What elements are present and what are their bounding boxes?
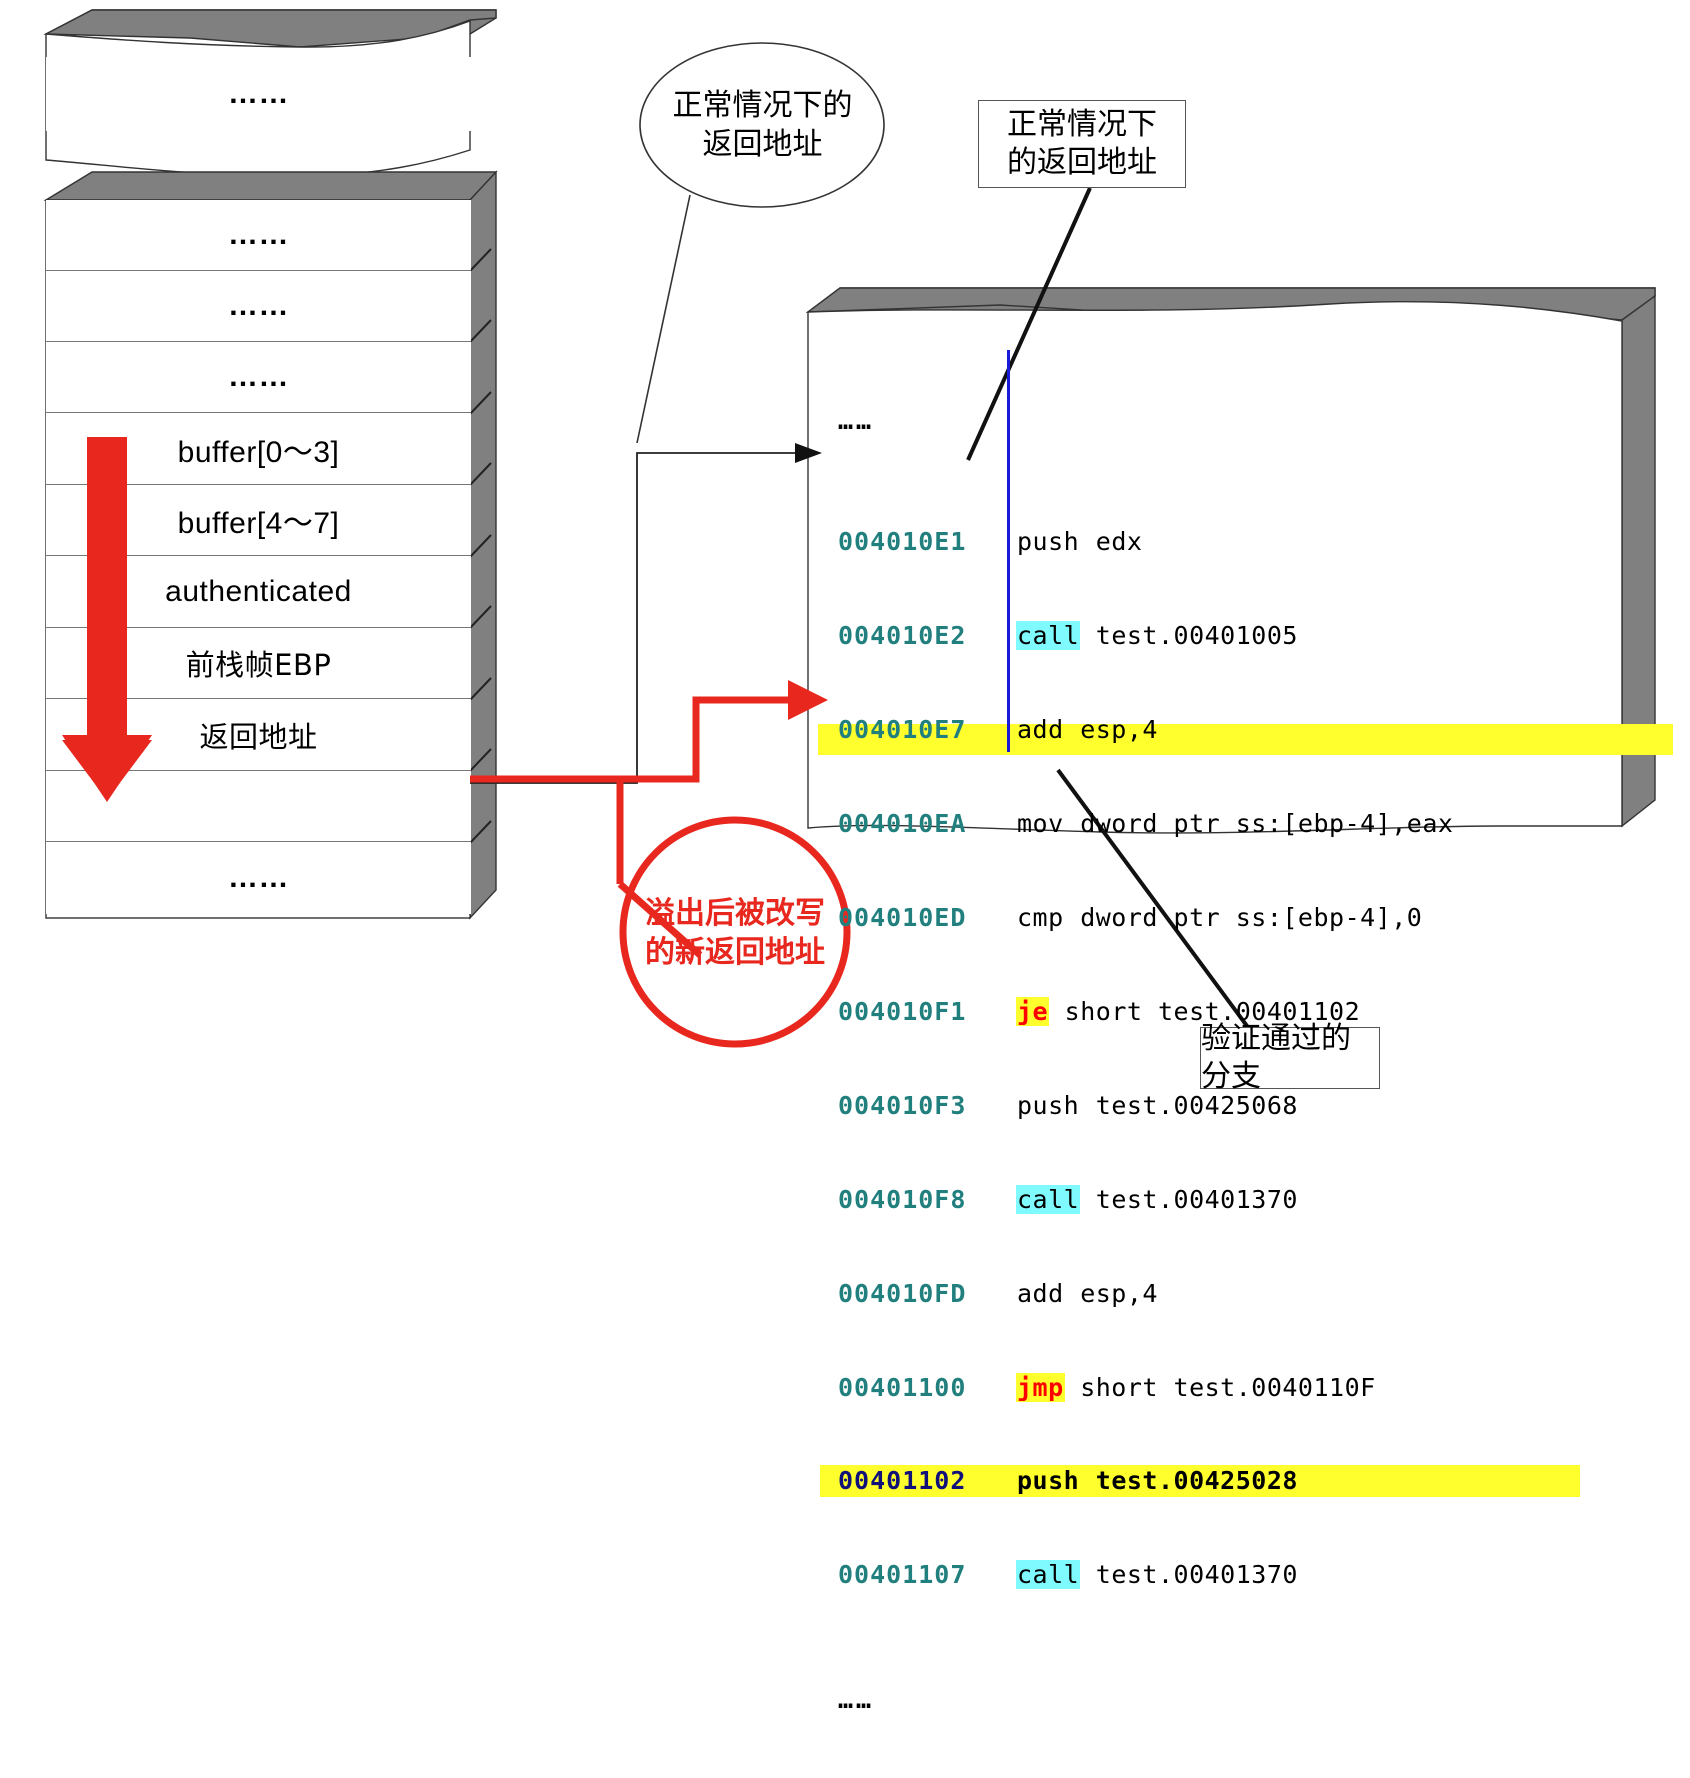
code-ellipsis-bottom: ……	[820, 1684, 1580, 1715]
normal-return-connector	[470, 452, 795, 784]
callout-line-1: 验证通过的分支	[1201, 1020, 1351, 1094]
code-operand: test.00425028	[1080, 1466, 1298, 1496]
code-instruction: call test.00401370	[998, 1184, 1298, 1215]
callout-line-1: 溢出后被改写	[645, 895, 825, 931]
code-address: 004010F8	[838, 1184, 967, 1214]
code-operand: esp,4	[1064, 1278, 1158, 1308]
callout-line-1: 正常情况下的	[672, 88, 853, 123]
callout-line-2: 的新返回地址	[645, 934, 825, 970]
code-address: 00401100	[838, 1372, 967, 1402]
code-mnemonic: push	[1017, 527, 1080, 557]
code-instruction: push test.00425028	[998, 1465, 1298, 1496]
code-line: 004010FD add esp,4	[820, 1278, 1580, 1309]
callout-line-1: 正常情况下	[1007, 106, 1157, 142]
code-ellipsis-label: ……	[838, 405, 875, 435]
code-mnemonic: call	[1016, 1184, 1081, 1214]
code-line: 004010E1 push edx	[820, 526, 1580, 557]
code-mnemonic: push	[1017, 1466, 1080, 1496]
code-address: 00401102	[838, 1466, 967, 1496]
callout-normal-return-ellipsis: 正常情况下的 返回地址	[640, 45, 885, 205]
code-address: 004010F3	[838, 1090, 967, 1120]
code-mnemonic: add	[1017, 715, 1064, 745]
code-operand: test.00401370	[1080, 1560, 1298, 1590]
code-address: 004010EA	[838, 809, 967, 839]
code-instruction: add esp,4	[998, 1278, 1158, 1309]
callout-normal-return-box: 正常情况下 的返回地址	[978, 100, 1186, 188]
code-address: 00401107	[838, 1560, 967, 1590]
code-instruction: add esp,4	[998, 714, 1158, 745]
code-line: 004010F1 je short test.00401102	[820, 996, 1580, 1027]
ellipse-callout-leader	[636, 194, 691, 444]
code-operand: edx	[1080, 527, 1143, 557]
code-mnemonic: mov	[1017, 809, 1064, 839]
code-line: 004010F3 push test.00425068	[820, 1090, 1580, 1121]
code-address: 004010FD	[838, 1278, 967, 1308]
code-mnemonic: jmp	[1016, 1372, 1065, 1402]
callout-validated-branch-box: 验证通过的分支	[1200, 1021, 1380, 1094]
code-instruction: call test.00401005	[998, 620, 1298, 651]
code-instruction: jmp short test.0040110F	[998, 1372, 1376, 1403]
code-mnemonic: cmp	[1017, 903, 1064, 933]
code-address: 004010E1	[838, 527, 967, 557]
code-line: 004010EA mov dword ptr ss:[ebp-4],eax	[820, 808, 1580, 839]
callout-overflow-new-return: 溢出后被改写 的新返回地址	[610, 845, 860, 1020]
code-line: 004010E2 call test.00401005	[820, 620, 1580, 651]
code-operand: dword ptr ss:[ebp-4],eax	[1064, 809, 1454, 839]
code-instruction: call test.00401370	[998, 1559, 1298, 1590]
code-instruction: push edx	[998, 526, 1142, 557]
code-line: 004010F8 call test.00401370	[820, 1184, 1580, 1215]
code-panel: …… 004010E1 push edx 004010E2 call test.…	[808, 288, 1673, 1714]
code-mnemonic: call	[1016, 621, 1081, 651]
code-address: 004010E2	[838, 621, 967, 651]
code-operand: esp,4	[1064, 715, 1158, 745]
code-line: 00401107 call test.00401370	[820, 1559, 1580, 1590]
code-line: 004010E7 add esp,4	[820, 714, 1580, 745]
code-instruction: cmp dword ptr ss:[ebp-4],0	[998, 902, 1422, 933]
code-line: 00401100 jmp short test.0040110F	[820, 1372, 1580, 1403]
code-ellipsis-top: ……	[820, 406, 1580, 435]
code-operand: short test.0040110F	[1064, 1372, 1376, 1402]
code-address: 004010E7	[838, 715, 967, 745]
code-instruction: mov dword ptr ss:[ebp-4],eax	[998, 808, 1453, 839]
code-line: 004010ED cmp dword ptr ss:[ebp-4],0	[820, 902, 1580, 933]
code-operand: dword ptr ss:[ebp-4],0	[1064, 903, 1423, 933]
code-line-highlighted: 00401102 push test.00425028	[820, 1465, 1580, 1497]
callout-line-2: 返回地址	[702, 127, 823, 162]
code-mnemonic: push	[1017, 1090, 1080, 1120]
code-operand: test.00401005	[1080, 621, 1298, 651]
code-mnemonic: je	[1016, 996, 1050, 1026]
code-operand: test.00401370	[1080, 1184, 1298, 1214]
code-ellipsis-label: ……	[838, 1685, 875, 1715]
code-mnemonic: add	[1017, 1278, 1064, 1308]
callout-line-2: 的返回地址	[1007, 145, 1157, 180]
code-mnemonic: call	[1016, 1560, 1081, 1590]
